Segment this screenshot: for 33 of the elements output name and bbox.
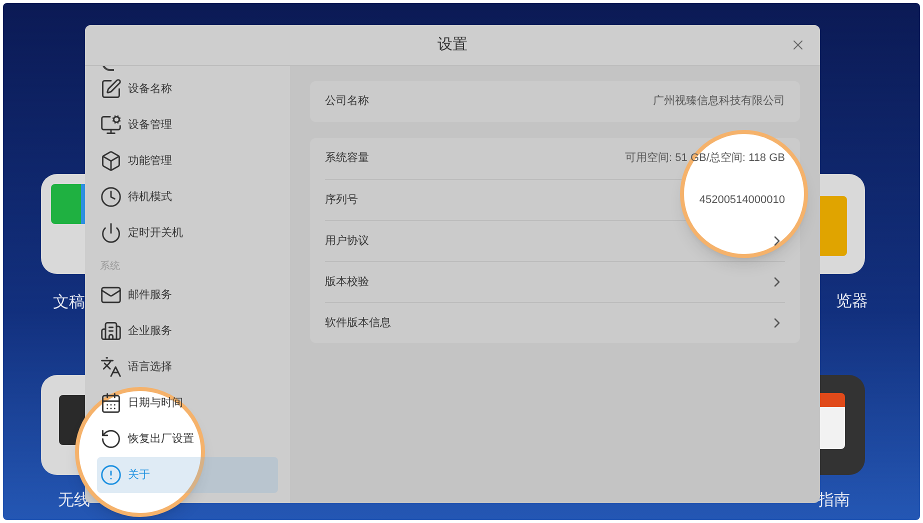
app-label: 文稿 <box>53 292 85 313</box>
row-label: 序列号 <box>325 192 358 208</box>
sidebar-item[interactable]: 企业服务 <box>97 313 278 349</box>
row-label: 公司名称 <box>325 94 369 110</box>
sidebar-item[interactable]: 语言选择 <box>97 349 278 385</box>
window-title: 设置 <box>438 34 468 55</box>
building-icon <box>100 320 122 342</box>
language-icon <box>100 356 122 378</box>
sidebar-item[interactable]: 定时开关机 <box>97 215 278 251</box>
row-value: 广州视臻信息科技有限公司 <box>653 94 785 110</box>
pen-square-icon <box>100 78 122 100</box>
row-value: 45200514000010 <box>699 192 785 208</box>
monitor-gear-icon <box>100 114 122 136</box>
info-icon <box>100 464 122 486</box>
reset-icon <box>100 428 122 450</box>
sidebar-item[interactable]: 日期与时间 <box>97 385 278 421</box>
sidebar-item[interactable]: 功能管理 <box>97 143 278 179</box>
row-label: 软件版本信息 <box>325 316 391 331</box>
sidebar-item[interactable]: 设备名称 <box>97 71 278 107</box>
app-label: 览器 <box>836 292 868 312</box>
row-label: 版本校验 <box>325 274 369 290</box>
sidebar-item[interactable]: 待机模式 <box>97 179 278 215</box>
sidebar-item[interactable]: 恢复出厂设置 <box>97 421 278 457</box>
sidebar-item[interactable]: 邮件服务 <box>97 277 278 313</box>
row-label: 系统容量 <box>325 150 369 166</box>
mail-icon <box>100 284 122 306</box>
clock-icon <box>100 186 122 208</box>
app-label: 指南 <box>818 490 850 511</box>
calendar-icon <box>100 392 122 414</box>
power-icon <box>100 222 122 244</box>
row-label: 用户协议 <box>325 234 369 249</box>
cube-icon <box>100 150 122 172</box>
sidebar-item[interactable]: 设备管理 <box>97 107 278 143</box>
